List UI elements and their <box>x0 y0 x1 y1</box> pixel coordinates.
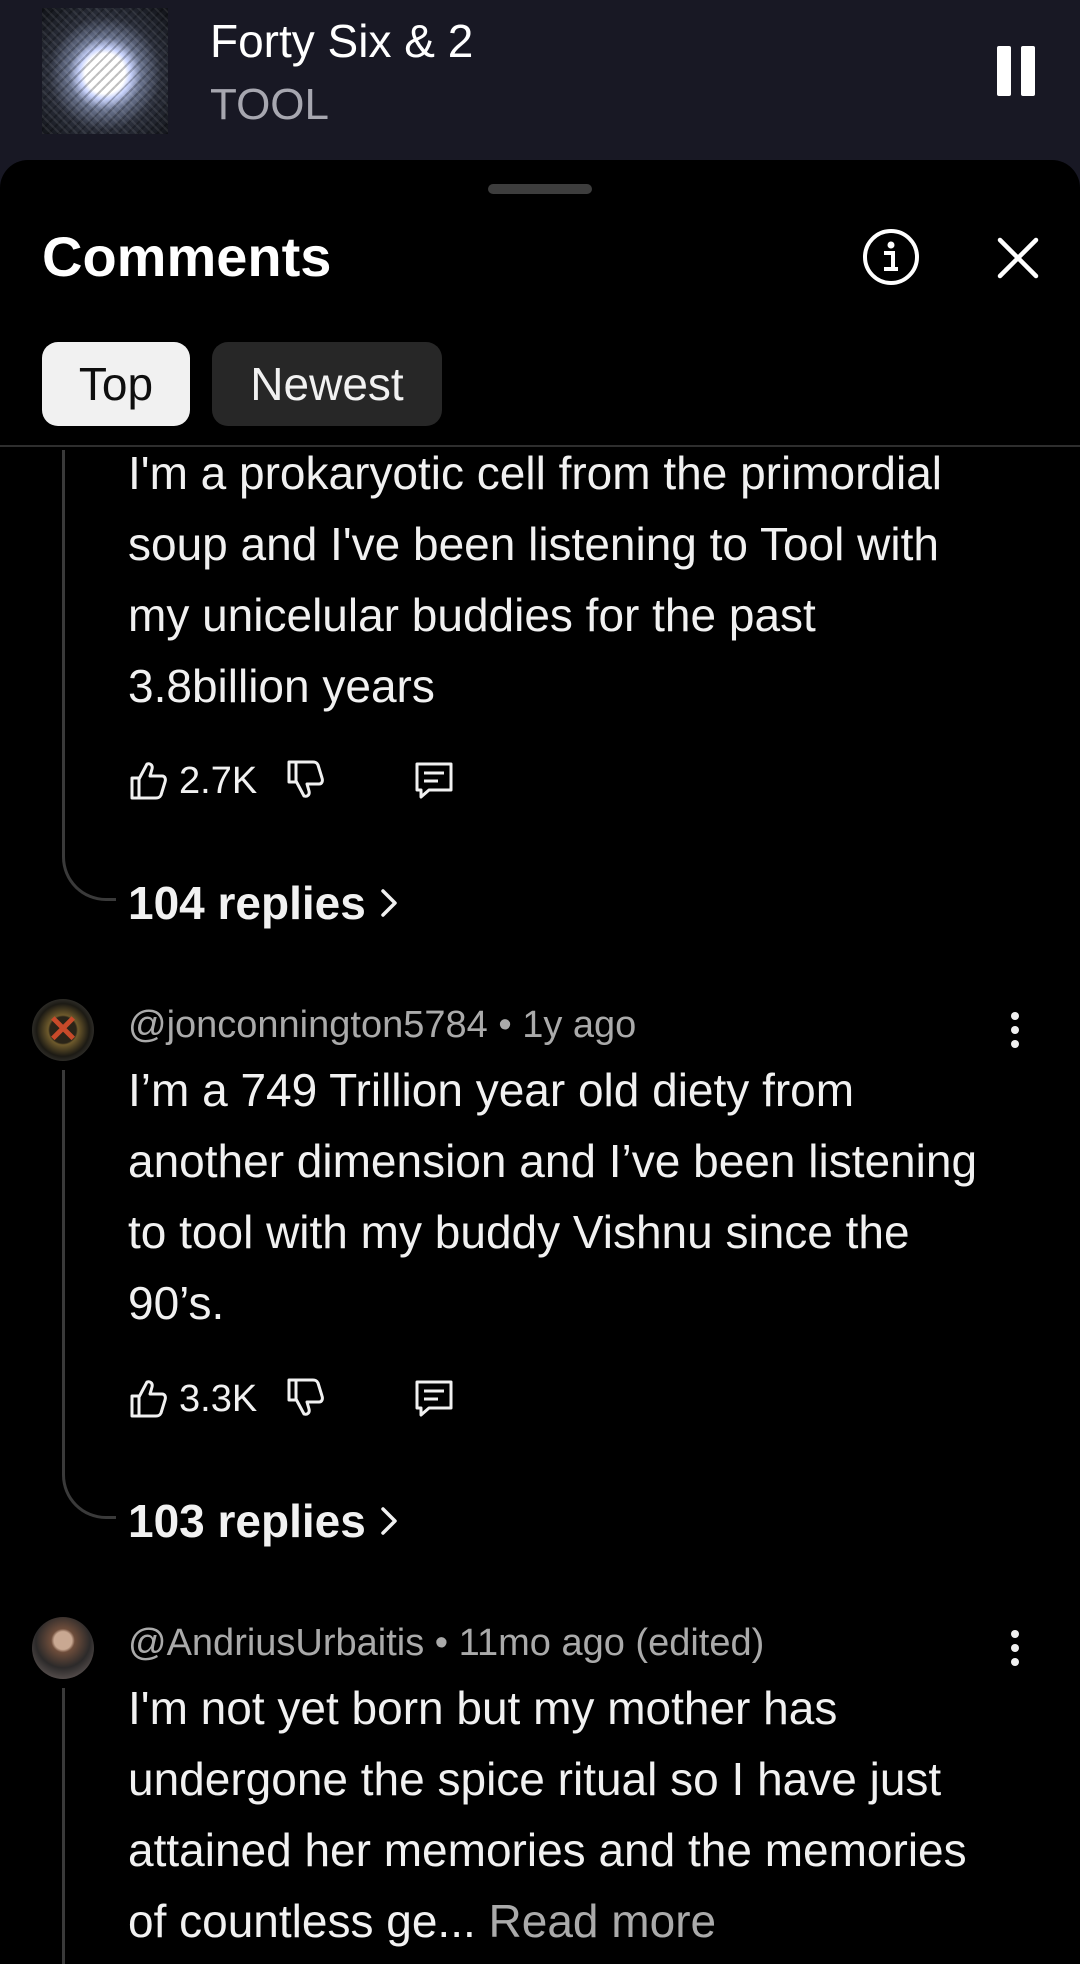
comment-meta: @jonconnington5784 • 1y ago <box>128 1004 636 1047</box>
comment-author[interactable]: @jonconnington5784 <box>128 1004 488 1046</box>
like-count: 3.3K <box>179 1378 258 1420</box>
album-art[interactable] <box>42 8 168 134</box>
chevron-right-icon <box>381 889 397 917</box>
sheet-title: Comments <box>42 225 332 288</box>
comment-time: 1y ago <box>522 1004 637 1046</box>
meta-separator: • <box>498 1004 512 1046</box>
thread-line <box>62 450 65 850</box>
comment-meta: @AndriusUrbaitis • 11mo ago (edited) <box>128 1622 764 1665</box>
replies-link[interactable]: 104 replies <box>128 876 398 930</box>
replies-link[interactable]: 103 replies <box>128 1494 398 1548</box>
comment-text: I'm not yet born but my mother has under… <box>128 1673 1008 1957</box>
replies-count: 104 replies <box>128 877 366 929</box>
comment-text: I'm a prokaryotic cell from the primordi… <box>128 447 943 712</box>
thumbs-down-icon[interactable] <box>285 758 325 802</box>
reply-icon[interactable] <box>413 1376 455 1420</box>
more-options-icon[interactable] <box>1000 1626 1030 1670</box>
avatar[interactable] <box>32 1617 94 1679</box>
reply-icon[interactable] <box>413 758 455 802</box>
more-options-icon[interactable] <box>1000 1008 1030 1052</box>
drag-handle[interactable] <box>488 184 592 194</box>
track-artist: TOOL <box>210 80 330 129</box>
like-count: 2.7K <box>179 760 258 802</box>
avatar[interactable] <box>32 999 94 1061</box>
chevron-right-icon <box>381 1507 397 1535</box>
tab-top[interactable]: Top <box>42 342 190 426</box>
replies-count: 103 replies <box>128 1495 366 1547</box>
info-icon[interactable] <box>862 228 920 286</box>
thumbs-down-icon[interactable] <box>285 1376 325 1420</box>
meta-separator: • <box>434 1622 449 1664</box>
thread-line <box>62 1070 65 1470</box>
comment-time: 11mo ago (edited) <box>458 1622 765 1664</box>
pause-icon[interactable] <box>995 46 1037 96</box>
thumbs-up-icon[interactable] <box>128 758 168 802</box>
comment-author[interactable]: @AndriusUrbaitis <box>128 1622 424 1664</box>
track-title: Forty Six & 2 <box>210 15 474 67</box>
tab-newest[interactable]: Newest <box>212 342 442 426</box>
thumbs-up-icon[interactable] <box>128 1376 168 1420</box>
thread-line <box>62 1688 65 1964</box>
comment-text: I’m a 749 Trillion year old diety from a… <box>128 1064 978 1329</box>
read-more-link[interactable]: Read more <box>489 1895 717 1947</box>
close-icon[interactable] <box>994 234 1042 282</box>
